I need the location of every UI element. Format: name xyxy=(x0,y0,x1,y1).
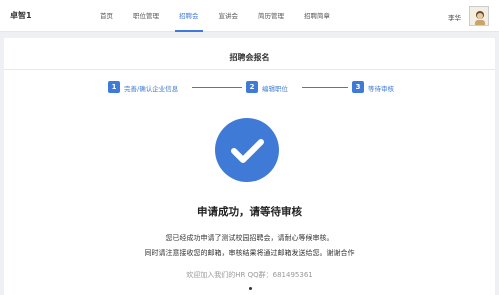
step-1-number: 1 xyxy=(108,81,120,93)
step-3-number: 3 xyxy=(352,81,364,93)
main-nav: 首页 职位管理 招聘会 宣讲会 简历管理 招聘简章 xyxy=(100,0,350,32)
title-divider xyxy=(4,69,495,70)
success-headline: 申请成功，请等待审核 xyxy=(197,206,302,218)
nav-presentation[interactable]: 宣讲会 xyxy=(219,0,239,32)
hr-qq-group-text: 欢迎加入我们的HR QQ群：681495361 xyxy=(186,271,313,279)
step-3-label: 等待审核 xyxy=(368,85,394,93)
user-name[interactable]: 李华 xyxy=(448,12,461,22)
step-2-number: 2 xyxy=(246,81,258,93)
success-description-1: 您已经成功申请了测试校园招聘会，请耐心等候审核。 xyxy=(165,234,334,242)
registration-panel: 招聘会报名 1 完善/确认企业信息 2 编辑职位 3 等待审核 申请成功，请等待… xyxy=(4,38,495,295)
page-title: 招聘会报名 xyxy=(229,53,270,62)
brand-logo-text[interactable]: 卓智1 xyxy=(10,10,32,21)
nav-home[interactable]: 首页 xyxy=(100,0,113,32)
top-navbar: 卓智1 首页 职位管理 招聘会 宣讲会 简历管理 招聘简章 李华 xyxy=(0,0,499,32)
success-check-icon xyxy=(215,118,279,182)
step-connector-1 xyxy=(192,87,242,88)
success-description-2: 同时请注意接收您的邮箱，审核结果将通过邮箱发送给您。谢谢合作 xyxy=(144,249,355,257)
nav-resume-management[interactable]: 简历管理 xyxy=(258,0,284,32)
nav-job-management[interactable]: 职位管理 xyxy=(133,0,159,32)
step-1-label: 完善/确认企业信息 xyxy=(124,85,179,93)
avatar[interactable] xyxy=(469,6,489,26)
nav-recruitment-brochure[interactable]: 招聘简章 xyxy=(304,0,330,32)
avatar-image xyxy=(470,7,488,25)
nav-job-fair[interactable]: 招聘会 xyxy=(175,0,202,32)
step-connector-2 xyxy=(302,87,348,88)
pagination-dot xyxy=(249,287,252,290)
progress-steps: 1 完善/确认企业信息 2 编辑职位 3 等待审核 xyxy=(4,81,495,95)
step-2-label: 编辑职位 xyxy=(262,85,288,93)
